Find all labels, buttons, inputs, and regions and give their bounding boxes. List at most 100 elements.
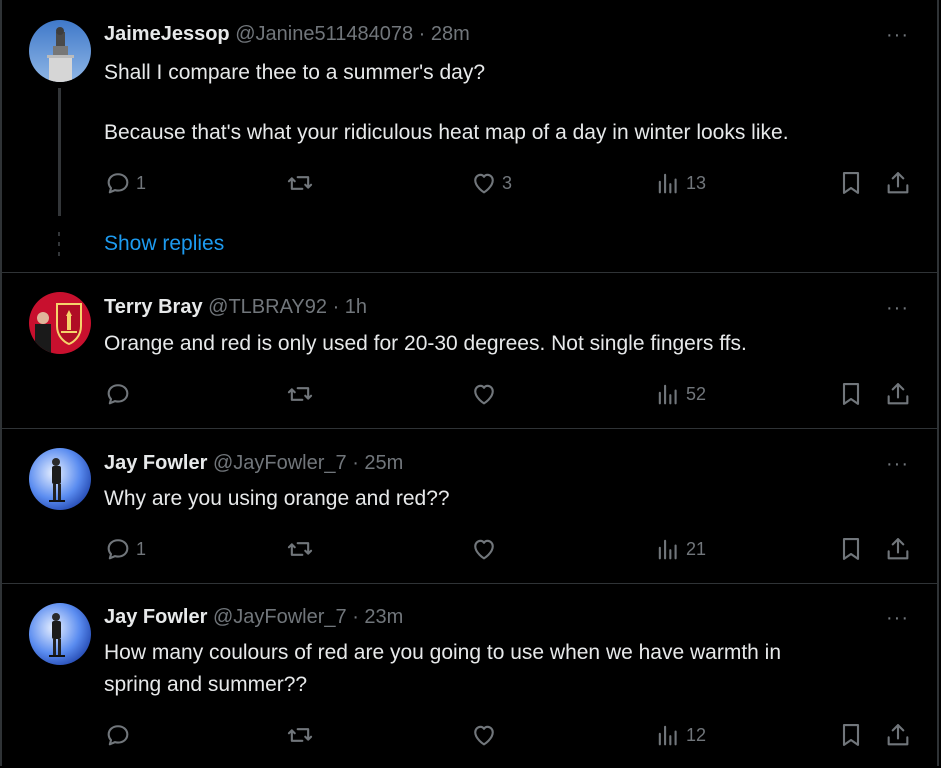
views-button[interactable]: 52 (654, 380, 706, 408)
reply-count: 1 (136, 538, 147, 559)
retweet-button[interactable] (286, 535, 318, 563)
avatar[interactable] (29, 20, 91, 82)
author-handle[interactable]: @JayFowler_7 (213, 452, 347, 474)
like-count: 3 (502, 172, 513, 193)
author-handle[interactable]: @TLBRAY92 (208, 296, 327, 318)
heart-icon (474, 725, 494, 746)
share-icon (887, 172, 909, 194)
bookmark-icon (842, 172, 860, 194)
retweet-button[interactable] (286, 169, 318, 197)
retweet-icon (287, 176, 313, 190)
bookmark-button[interactable] (837, 721, 865, 749)
tweet-text-line: Because that's what your ridiculous heat… (104, 121, 789, 144)
retweet-icon (287, 542, 313, 556)
reply-button[interactable] (104, 380, 136, 408)
avatar[interactable] (29, 448, 91, 510)
tweet-actions: 52 (104, 380, 914, 410)
views-button[interactable]: 13 (654, 169, 706, 197)
views-button[interactable]: 21 (654, 535, 706, 563)
thread-dots (58, 232, 61, 262)
more-options-icon[interactable]: ··· (886, 607, 909, 630)
bookmark-icon (842, 383, 860, 405)
tweet-text-line: spring and summer?? (104, 673, 308, 696)
tweet-2[interactable]: Terry Bray @TLBRAY92 · 1h ··· Orange and… (0, 273, 941, 428)
views-button[interactable]: 12 (654, 721, 706, 749)
share-icon (887, 383, 909, 405)
statue-avatar-icon (29, 20, 91, 82)
share-button[interactable] (884, 380, 912, 408)
share-button[interactable] (884, 535, 912, 563)
share-button[interactable] (884, 169, 912, 197)
heart-icon (474, 384, 494, 405)
retweet-icon (287, 728, 313, 742)
timestamp[interactable]: · 23m (352, 606, 403, 628)
reply-button[interactable]: 1 (104, 535, 146, 563)
tweet-header: Jay Fowler @JayFowler_7 · 25m (104, 452, 403, 475)
tweet-text-line: How many coulours of red are you going t… (104, 641, 782, 664)
author-name[interactable]: Jay Fowler (104, 452, 207, 474)
author-name[interactable]: JaimeJessop (104, 23, 230, 45)
more-options-icon[interactable]: ··· (886, 453, 909, 476)
thread-line (58, 88, 61, 216)
views-count: 21 (686, 538, 707, 559)
reply-button[interactable] (104, 721, 136, 749)
share-icon (887, 538, 909, 560)
tweet-4[interactable]: Jay Fowler @JayFowler_7 · 23m ··· How ma… (0, 584, 941, 768)
like-button[interactable] (470, 535, 502, 563)
tweet-actions: 1 21 (104, 535, 914, 565)
bookmark-button[interactable] (837, 535, 865, 563)
tweet-text: Shall I compare thee to a summer's day? … (104, 57, 904, 149)
reply-icon (107, 539, 129, 560)
bookmark-button[interactable] (837, 380, 865, 408)
tweet-text-line: Shall I compare thee to a summer's day? (104, 61, 486, 84)
tweet-text: Orange and red is only used for 20-30 de… (104, 328, 904, 360)
tweet-actions: 12 (104, 721, 914, 751)
timestamp[interactable]: · 25m (352, 452, 403, 474)
tweet-text-line: Why are you using orange and red?? (104, 487, 450, 510)
retweet-button[interactable] (286, 721, 318, 749)
share-icon (887, 724, 909, 746)
views-count: 52 (686, 383, 707, 404)
more-options-icon[interactable]: ··· (886, 24, 909, 47)
author-name[interactable]: Terry Bray (104, 296, 203, 318)
timestamp[interactable]: · 1h (333, 296, 367, 318)
timestamp[interactable]: · 28m (419, 23, 470, 45)
tweet-text: Why are you using orange and red?? (104, 483, 904, 515)
reply-icon (107, 384, 129, 405)
views-chart-icon (658, 725, 677, 746)
tweet-text: How many coulours of red are you going t… (104, 637, 904, 701)
heart-icon (474, 539, 494, 560)
author-handle[interactable]: @JayFowler_7 (213, 606, 347, 628)
views-count: 12 (686, 724, 707, 745)
like-button[interactable]: 3 (470, 169, 512, 197)
reply-button[interactable]: 1 (104, 169, 146, 197)
heart-icon (474, 173, 494, 194)
tweet-1[interactable]: JaimeJessop @Janine511484078 · 28m ··· S… (0, 0, 941, 272)
avatar[interactable] (29, 603, 91, 665)
share-button[interactable] (884, 721, 912, 749)
avatar[interactable] (29, 292, 91, 354)
ice-skater-avatar-icon (29, 603, 91, 665)
tweet-3[interactable]: Jay Fowler @JayFowler_7 · 25m ··· Why ar… (0, 429, 941, 583)
views-count: 13 (686, 172, 707, 193)
reply-icon (107, 173, 129, 194)
author-handle[interactable]: @Janine511484078 (235, 23, 413, 45)
tweet-text-line: Orange and red is only used for 20-30 de… (104, 332, 747, 355)
tweet-header: Terry Bray @TLBRAY92 · 1h (104, 296, 367, 319)
like-button[interactable] (470, 380, 502, 408)
author-name[interactable]: Jay Fowler (104, 606, 207, 628)
reply-icon (107, 725, 129, 746)
more-options-icon[interactable]: ··· (886, 297, 909, 320)
liverpool-crest-avatar-icon (29, 292, 91, 354)
tweet-header: JaimeJessop @Janine511484078 · 28m (104, 23, 470, 46)
bookmark-icon (842, 724, 860, 746)
tweet-header: Jay Fowler @JayFowler_7 · 23m (104, 606, 403, 629)
views-chart-icon (658, 384, 677, 405)
like-button[interactable] (470, 721, 502, 749)
show-replies-link[interactable]: Show replies (104, 232, 224, 256)
bookmark-button[interactable] (837, 169, 865, 197)
ice-skater-avatar-icon (29, 448, 91, 510)
retweet-button[interactable] (286, 380, 318, 408)
bookmark-icon (842, 538, 860, 560)
reply-count: 1 (136, 172, 147, 193)
